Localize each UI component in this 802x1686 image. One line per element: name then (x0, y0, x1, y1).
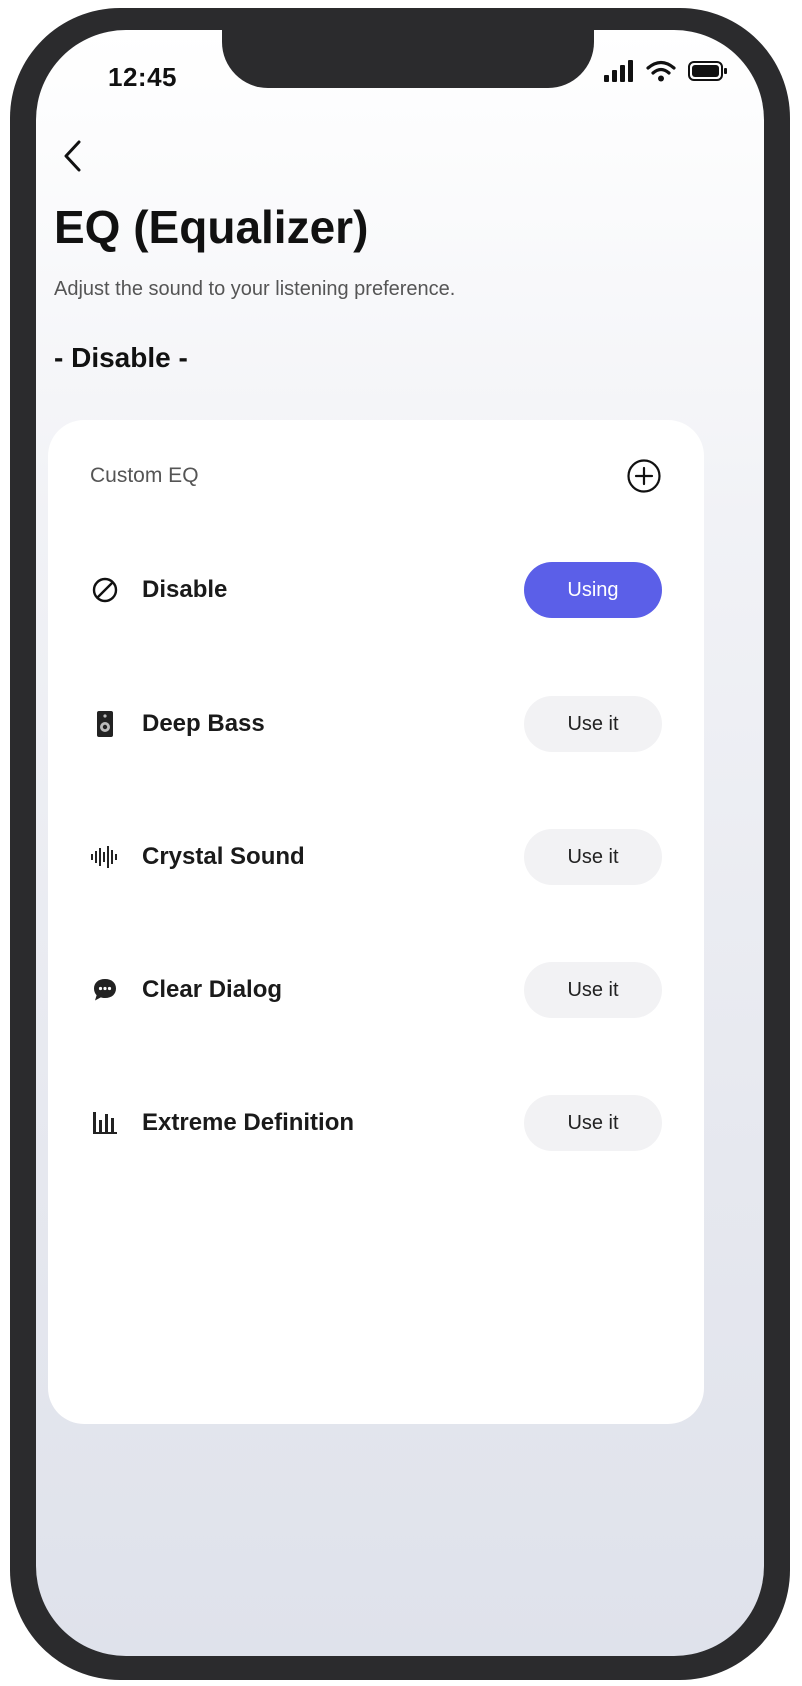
add-custom-eq-button[interactable] (626, 458, 662, 494)
eq-item-info: Deep Bass (90, 709, 265, 739)
eq-using-button[interactable]: Using (524, 562, 662, 618)
custom-eq-label: Custom EQ (90, 464, 199, 487)
app-screen: 12:45 EQ (Equalizer) Adjust the sound to… (36, 30, 764, 1656)
page-subtitle: Adjust the sound to your listening prefe… (54, 278, 456, 300)
eq-use-it-button[interactable]: Use it (524, 829, 662, 885)
phone-frame: 12:45 EQ (Equalizer) Adjust the sound to… (10, 8, 790, 1680)
chat-bubble-icon (90, 975, 120, 1005)
sound-wave-icon (90, 842, 120, 872)
eq-item-name: Deep Bass (142, 710, 265, 737)
eq-item-info: Disable (90, 575, 227, 605)
status-time: 12:45 (108, 62, 177, 92)
eq-use-it-button[interactable]: Use it (524, 696, 662, 752)
prohibited-icon (90, 575, 120, 605)
eq-item-name: Disable (142, 576, 228, 603)
eq-item-info: Clear Dialog (90, 975, 282, 1005)
eq-item-info: Crystal Sound (90, 842, 305, 872)
page-title: EQ (Equalizer) (54, 201, 369, 253)
eq-item-name: Clear Dialog (142, 976, 283, 1003)
eq-item-crystal-sound: Crystal Sound Use it (90, 829, 662, 885)
battery-icon (688, 60, 728, 87)
eq-list-card: Custom EQ Disable Using Deep Bass Use it… (48, 420, 704, 1424)
wifi-icon (646, 60, 676, 87)
status-icons (604, 60, 728, 87)
eq-item-extreme-definition: Extreme Definition Use it (90, 1095, 662, 1151)
plus-circle-icon (627, 459, 661, 493)
eq-item-deep-bass: Deep Bass Use it (90, 696, 662, 752)
eq-item-name: Crystal Sound (142, 843, 305, 870)
back-button[interactable] (52, 136, 92, 176)
speaker-icon (90, 709, 120, 739)
eq-item-disable: Disable Using (90, 562, 662, 618)
chevron-left-icon (64, 140, 81, 172)
eq-use-it-button[interactable]: Use it (524, 962, 662, 1018)
eq-item-clear-dialog: Clear Dialog Use it (90, 962, 662, 1018)
current-eq-label: - Disable - (54, 342, 188, 373)
eq-item-name: Extreme Definition (142, 1109, 355, 1136)
equalizer-bars-icon (90, 1108, 120, 1138)
signal-icon (604, 60, 634, 87)
camera-notch (222, 30, 594, 88)
eq-item-info: Extreme Definition (90, 1108, 354, 1138)
card-header: Custom EQ (90, 458, 662, 494)
eq-use-it-button[interactable]: Use it (524, 1095, 662, 1151)
